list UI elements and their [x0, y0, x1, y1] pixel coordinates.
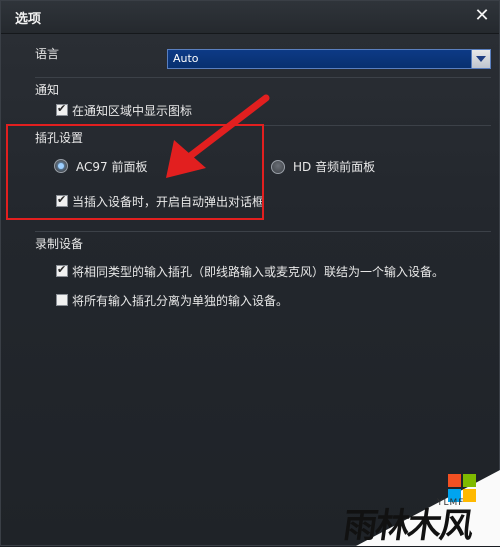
watermark-sub: YLMF [437, 498, 465, 508]
annotation-arrow [166, 94, 270, 178]
